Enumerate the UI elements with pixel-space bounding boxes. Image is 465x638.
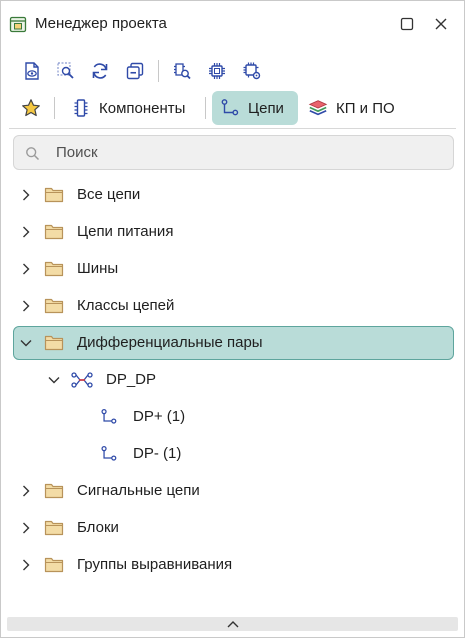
refresh-icon (92, 63, 108, 79)
folder-icon (44, 298, 64, 314)
tab-nets[interactable]: Цепи (212, 91, 298, 125)
chevron-right-icon[interactable] (19, 262, 33, 276)
zoom-select-button[interactable] (54, 59, 78, 83)
tab-separator (205, 97, 206, 119)
tree-item-dp-plus[interactable]: DP+ (1) (13, 400, 454, 434)
tree-item-label: Шины (77, 260, 119, 277)
folder-icon (44, 224, 64, 240)
search-input[interactable] (56, 140, 436, 165)
close-button[interactable] (430, 13, 452, 35)
tab-pads-vias[interactable]: КП и ПО (304, 91, 404, 125)
component-search-icon (174, 63, 191, 80)
net-icon (101, 445, 117, 461)
tree-item-label: Цепи питания (77, 223, 174, 240)
document-view-button[interactable] (20, 59, 44, 83)
title-bar: Менеджер проекта (1, 1, 464, 47)
close-icon (435, 18, 447, 30)
component-icon (74, 99, 88, 117)
tree-item-label: Группы выравнивания (77, 556, 233, 573)
chip-settings-icon (243, 62, 261, 80)
tab-label: КП и ПО (336, 99, 395, 117)
tree-item-length-match-groups[interactable]: Группы выравнивания (13, 548, 454, 582)
refresh-button[interactable] (88, 59, 112, 83)
collapse-button[interactable] (123, 59, 147, 83)
tree-item-net-classes[interactable]: Классы цепей (13, 289, 454, 323)
tree-item-dp-dp[interactable]: DP_DP (13, 363, 454, 397)
tree-item-all-nets[interactable]: Все цепи (13, 178, 454, 212)
project-manager-window: Менеджер проекта Компоненты Цепи КП и ПО… (0, 0, 465, 638)
divider (9, 128, 456, 129)
tree-item-blocks[interactable]: Блоки (13, 511, 454, 545)
tree-item-label: DP+ (1) (133, 408, 186, 425)
chevron-down-icon[interactable] (19, 336, 33, 350)
folder-icon (44, 520, 64, 536)
chevron-right-icon[interactable] (19, 188, 33, 202)
window-title: Менеджер проекта (35, 15, 167, 32)
maximize-button[interactable] (396, 13, 418, 35)
folder-icon (44, 483, 64, 499)
document-view-icon (25, 62, 39, 80)
toolbar (1, 55, 464, 87)
folder-icon (44, 335, 64, 351)
net-icon (221, 99, 239, 116)
maximize-icon (400, 17, 414, 31)
chevron-up-icon (227, 621, 238, 628)
tree-item-power-nets[interactable]: Цепи питания (13, 215, 454, 249)
folder-icon (44, 557, 64, 573)
tab-separator (54, 97, 55, 119)
component-search-button[interactable] (170, 59, 194, 83)
tree-item-dp-minus[interactable]: DP- (1) (13, 437, 454, 471)
tree-item-label: Сигнальные цепи (77, 482, 200, 499)
tree-item-label: DP_DP (106, 371, 157, 388)
tree-item-label: Блоки (77, 519, 119, 536)
layers-icon (308, 100, 328, 116)
tree-item-diff-pairs[interactable]: Дифференциальные пары (13, 326, 454, 360)
toolbar-separator (158, 60, 159, 82)
collapse-panel-bar[interactable] (7, 617, 458, 631)
chip-icon (209, 63, 225, 79)
tree-item-label: Дифференциальные пары (77, 334, 263, 351)
search-icon (26, 147, 40, 161)
tree-item-label: Все цепи (77, 186, 141, 203)
tree-item-label: DP- (1) (133, 445, 182, 462)
zoom-select-icon (57, 62, 74, 79)
tree-item-label: Классы цепей (77, 297, 175, 314)
chip-settings-button[interactable] (240, 59, 264, 83)
project-manager-icon (9, 16, 27, 33)
diff-pair-icon (71, 372, 93, 388)
tab-label: Компоненты (99, 99, 186, 117)
collapse-icon (126, 62, 144, 80)
chip-button[interactable] (205, 59, 229, 83)
tab-bar: Компоненты Цепи КП и ПО (1, 90, 464, 126)
chevron-down-icon[interactable] (47, 373, 61, 387)
chevron-right-icon[interactable] (19, 521, 33, 535)
chevron-right-icon[interactable] (19, 484, 33, 498)
tab-components[interactable]: Компоненты (65, 91, 197, 125)
chevron-right-icon[interactable] (19, 299, 33, 313)
net-icon (101, 408, 117, 424)
search-box (13, 135, 454, 170)
star-icon (22, 99, 40, 117)
tab-favorites[interactable] (17, 91, 45, 125)
folder-icon (44, 187, 64, 203)
tree-item-buses[interactable]: Шины (13, 252, 454, 286)
chevron-right-icon[interactable] (19, 225, 33, 239)
chevron-right-icon[interactable] (19, 558, 33, 572)
tab-label: Цепи (248, 99, 284, 117)
folder-icon (44, 261, 64, 277)
tree-item-signal-nets[interactable]: Сигнальные цепи (13, 474, 454, 508)
